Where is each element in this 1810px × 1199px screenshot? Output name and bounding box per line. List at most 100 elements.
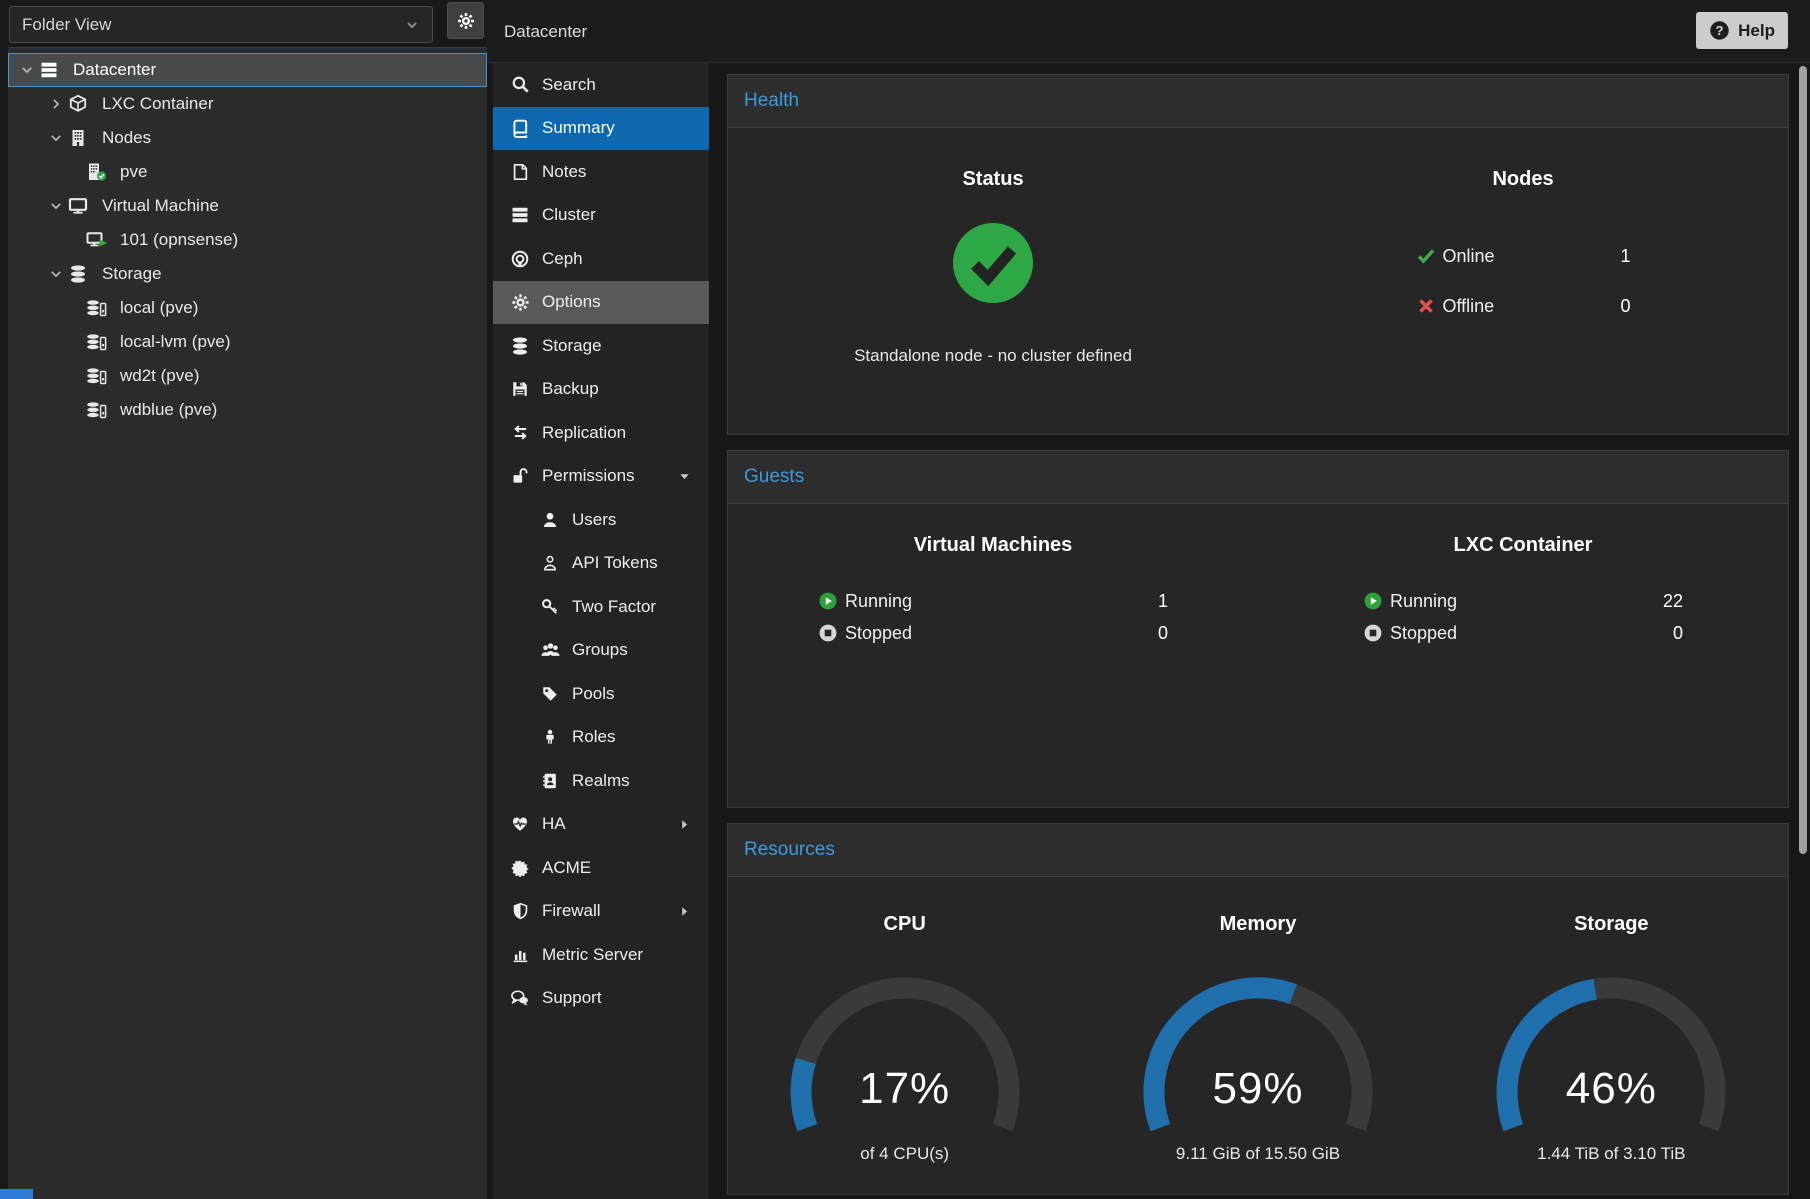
view-mode-select[interactable]: Folder View <box>9 6 433 43</box>
nav-item-support[interactable]: Support <box>493 977 709 1021</box>
resource-tree: DatacenterLXC Container Nodes pve Virtual M… <box>8 47 487 1199</box>
nav-item-label: Options <box>542 292 601 312</box>
chevron-down-icon <box>46 199 66 213</box>
nav-item-options[interactable]: Options <box>493 281 709 325</box>
nav-item-label: Two Factor <box>572 597 656 617</box>
resources-panel: Resources CPU 17% of 4 CPU(s) Memory 59% <box>727 823 1789 1195</box>
shield-icon <box>509 902 531 920</box>
tree-item-pve[interactable]: pve <box>8 155 487 189</box>
tree-item-storage[interactable]: Storage <box>8 257 487 291</box>
memory-heading: Memory <box>1081 913 1434 936</box>
caret-right-icon[interactable] <box>678 890 691 934</box>
cpu-percent: 17% <box>785 1064 1025 1114</box>
nav-item-label: Support <box>542 988 602 1008</box>
nav-item-summary[interactable]: Summary <box>493 107 709 151</box>
cpu-detail: of 4 CPU(s) <box>728 1144 1081 1164</box>
chevron-down-icon <box>46 131 66 145</box>
tree-item-label: Nodes <box>102 128 151 148</box>
summary-content: Health Status Standalone node - no clust… <box>713 64 1810 1199</box>
tree-item-wd2t-pve[interactable]: wd2t (pve) <box>8 359 487 393</box>
nav-item-ha[interactable]: HA <box>493 803 709 847</box>
tree-settings-button[interactable] <box>447 2 484 39</box>
person-icon <box>539 728 561 746</box>
caret-right-icon[interactable] <box>678 803 691 847</box>
monitor-icon <box>68 196 98 216</box>
top-bar: Datacenter ? Help <box>487 0 1810 63</box>
replication-icon <box>509 423 531 442</box>
user-icon <box>539 511 561 529</box>
caret-down-icon[interactable] <box>678 455 691 499</box>
lxc-container-column: LXC Container Running 22 <box>1258 504 1788 649</box>
health-panel-title: Health <box>728 75 1788 128</box>
nav-item-replication[interactable]: Replication <box>493 411 709 455</box>
nav-item-api-tokens[interactable]: API Tokens <box>493 542 709 586</box>
tree-item-wdblue-pve[interactable]: wdblue (pve) <box>8 393 487 427</box>
nav-item-realms[interactable]: Realms <box>493 759 709 803</box>
nav-item-two-factor[interactable]: Two Factor <box>493 585 709 629</box>
note-icon <box>509 163 531 181</box>
cube-icon <box>68 94 98 114</box>
guests-panel-title: Guests <box>728 451 1788 504</box>
tree-item-label: local (pve) <box>120 298 198 318</box>
nav-item-backup[interactable]: Backup <box>493 368 709 412</box>
nav-item-permissions[interactable]: Permissions <box>493 455 709 499</box>
chevron-right-icon <box>46 97 66 111</box>
tree-item-nodes[interactable]: Nodes <box>8 121 487 155</box>
tree-item-local-lvm-pve[interactable]: local-lvm (pve) <box>8 325 487 359</box>
gear-icon <box>457 12 475 30</box>
nodes-heading: Nodes <box>1258 168 1788 191</box>
nav-item-notes[interactable]: Notes <box>493 150 709 194</box>
nav-item-groups[interactable]: Groups <box>493 629 709 673</box>
tree-item-local-pve[interactable]: local (pve) <box>8 291 487 325</box>
nav-item-pools[interactable]: Pools <box>493 672 709 716</box>
question-circle-icon: ? <box>1709 20 1730 41</box>
health-panel: Health Status Standalone node - no clust… <box>727 74 1789 435</box>
cross-icon <box>1416 296 1436 316</box>
nodes-online-label: Online <box>1443 246 1495 267</box>
lxc-stopped-row: Stopped 0 <box>1363 617 1683 649</box>
nav-item-users[interactable]: Users <box>493 498 709 542</box>
tree-item-virtual-machine[interactable]: Virtual Machine <box>8 189 487 223</box>
resources-panel-title: Resources <box>728 824 1788 877</box>
bar-chart-icon <box>509 946 531 964</box>
tag-icon <box>539 685 561 703</box>
help-button[interactable]: ? Help <box>1696 12 1788 49</box>
ceph-icon <box>509 249 531 269</box>
memory-detail: 9.11 GiB of 15.50 GiB <box>1081 1144 1434 1164</box>
nodes-offline-label: Offline <box>1443 296 1495 317</box>
nav-item-label: Pools <box>572 684 615 704</box>
nav-item-label: Cluster <box>542 205 596 225</box>
nav-item-label: HA <box>542 814 566 834</box>
nav-item-ceph[interactable]: Ceph <box>493 237 709 281</box>
nav-item-search[interactable]: Search <box>493 63 709 107</box>
heartbeat-icon <box>509 815 531 833</box>
storage-heading: Storage <box>1435 913 1788 936</box>
nodes-online-row: Online 1 <box>1416 241 1631 271</box>
nav-item-storage[interactable]: Storage <box>493 324 709 368</box>
tree-item-label: Virtual Machine <box>102 196 219 216</box>
vm-running-label: Running <box>845 591 912 612</box>
storage-drive-icon <box>86 400 116 420</box>
book-icon <box>509 119 531 138</box>
status-ok-icon <box>951 221 1035 305</box>
datacenter-nav: SearchSummaryNotes Cluster Ceph Options Stor… <box>493 63 711 1199</box>
tree-item-datacenter[interactable]: Datacenter <box>8 53 487 87</box>
nav-item-metric-server[interactable]: Metric Server <box>493 933 709 977</box>
stop-circle-icon <box>1363 623 1383 643</box>
vm-stopped-value: 0 <box>1158 623 1168 644</box>
vertical-scrollbar-thumb[interactable] <box>1799 66 1807 854</box>
nav-item-acme[interactable]: ACME <box>493 846 709 890</box>
view-mode-value: Folder View <box>22 15 111 35</box>
nodes-offline-row: Offline 0 <box>1416 291 1631 321</box>
memory-column: Memory 59% 9.11 GiB of 15.50 GiB <box>1081 877 1434 1164</box>
tree-item-lxc-container[interactable]: LXC Container <box>8 87 487 121</box>
cpu-column: CPU 17% of 4 CPU(s) <box>728 877 1081 1164</box>
nav-item-firewall[interactable]: Firewall <box>493 890 709 934</box>
vm-running-row: Running 1 <box>818 585 1168 617</box>
tree-item-101-opnsense[interactable]: 101 (opnsense) <box>8 223 487 257</box>
storage-drive-icon <box>86 298 116 318</box>
tree-item-label: 101 (opnsense) <box>120 230 238 250</box>
nav-item-roles[interactable]: Roles <box>493 716 709 760</box>
tree-item-label: wd2t (pve) <box>120 366 199 386</box>
nav-item-cluster[interactable]: Cluster <box>493 194 709 238</box>
